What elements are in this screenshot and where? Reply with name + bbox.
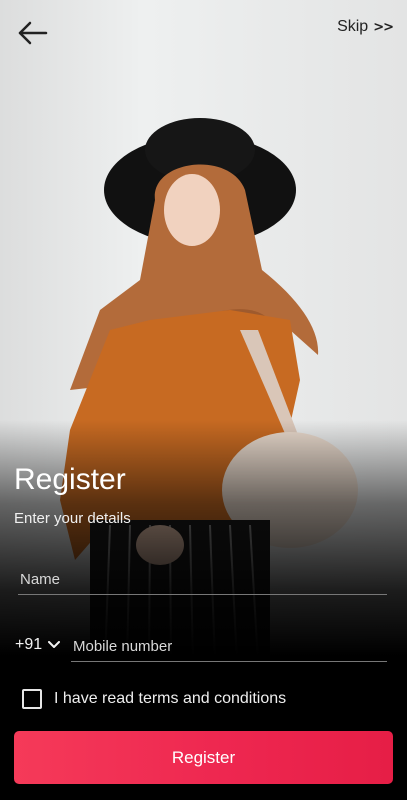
back-button[interactable]: [16, 18, 50, 48]
page-title: Register: [14, 463, 126, 496]
background-photo: [0, 0, 407, 800]
page-subtitle: Enter your details: [14, 510, 131, 527]
terms-checkbox[interactable]: [22, 689, 42, 709]
name-field: [18, 565, 387, 595]
skip-label: Skip: [337, 18, 369, 35]
skip-button[interactable]: Skip >>: [337, 18, 394, 36]
mobile-number-input[interactable]: [71, 632, 387, 661]
chevron-down-icon: [48, 641, 61, 648]
double-chevron-right-icon: >>: [373, 19, 394, 35]
name-input[interactable]: [18, 565, 387, 594]
terms-label: I have read terms and conditions: [54, 690, 287, 707]
country-code: +91: [15, 636, 43, 653]
arrow-left-icon: [18, 21, 48, 45]
country-code-selector[interactable]: +91: [15, 636, 61, 654]
mobile-field: [71, 632, 387, 662]
terms-row: I have read terms and conditions: [22, 689, 286, 709]
register-button[interactable]: Register: [14, 731, 393, 784]
